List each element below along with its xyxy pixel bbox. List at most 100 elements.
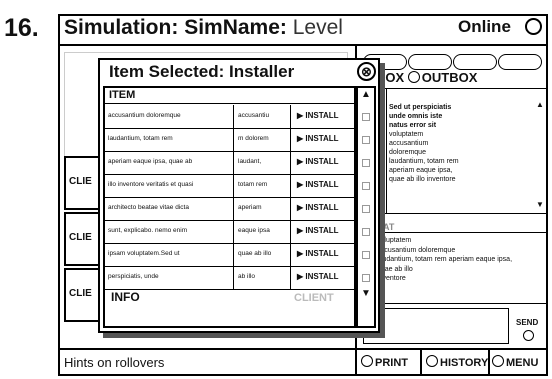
message-scroll-up-icon[interactable]: ▲ [536, 100, 544, 109]
dialog-title: Item Selected: Installer [109, 62, 295, 81]
row-divider [103, 289, 356, 290]
cell-divider [290, 197, 291, 220]
title-simname: SimName: [184, 16, 287, 39]
row-divider [103, 243, 356, 244]
item-detail: totam rem [238, 181, 268, 188]
tab-pill[interactable] [453, 54, 497, 70]
item-detail: eaque ipsa [238, 227, 270, 234]
row-divider [103, 197, 356, 198]
print-button[interactable]: PRINT [361, 355, 408, 369]
scroll-up-icon[interactable]: ▲ [361, 89, 371, 100]
row-divider [103, 151, 356, 152]
row-checkbox[interactable] [362, 251, 370, 259]
send-button[interactable] [523, 330, 534, 341]
send-label[interactable]: SEND [516, 318, 538, 327]
outbox-radio-icon[interactable] [407, 71, 420, 83]
row-divider [103, 174, 356, 175]
install-button[interactable]: ▶ INSTALL [297, 203, 339, 212]
cell-divider [290, 266, 291, 289]
title-level: Level [292, 16, 343, 39]
item-detail: aperiam [238, 204, 262, 211]
info-label: INFO [111, 290, 140, 304]
close-icon[interactable]: ⊗ [357, 62, 376, 81]
item-name: sunt, explicabo. nemo enim [108, 227, 188, 234]
install-arrow-icon: ▶ [297, 157, 304, 166]
install-button[interactable]: ▶ INSTALL [297, 134, 339, 143]
install-button[interactable]: ▶ INSTALL [297, 226, 339, 235]
cell-divider [233, 266, 234, 289]
footer-separator [488, 348, 490, 376]
cell-divider [233, 174, 234, 197]
install-button[interactable]: ▶ INSTALL [297, 111, 339, 120]
message-preview[interactable]: Sed ut perspiciatis unde omnis iste natu… [389, 103, 459, 184]
outbox-tab[interactable]: OUTBOX [422, 70, 478, 85]
cell-divider [233, 151, 234, 174]
cell-divider [233, 243, 234, 266]
cell-divider [233, 105, 234, 128]
item-name: perspiciatis, unde [108, 273, 159, 280]
row-divider [103, 220, 356, 221]
client-ghost-label: CLIENT [294, 292, 334, 304]
row-checkbox[interactable] [362, 113, 370, 121]
install-arrow-icon: ▶ [297, 249, 304, 258]
item-detail: laudant, [238, 158, 262, 165]
wireframe-number: 16. [4, 14, 39, 42]
item-name: laudantium, totam rem [108, 135, 173, 142]
row-checkbox[interactable] [362, 182, 370, 190]
item-detail: quae ab illo [238, 250, 272, 257]
footer-separator [420, 348, 422, 376]
menu-radio-icon [492, 355, 504, 367]
cell-divider [290, 105, 291, 128]
install-arrow-icon: ▶ [297, 226, 304, 235]
tab-pill[interactable] [498, 54, 542, 70]
chat-input[interactable] [363, 308, 509, 344]
row-checkbox[interactable] [362, 228, 370, 236]
hints-text: Hints on rollovers [64, 355, 165, 370]
install-arrow-icon: ▶ [297, 272, 304, 281]
history-button[interactable]: HISTORY [426, 355, 488, 369]
install-button[interactable]: ▶ INSTALL [297, 249, 339, 258]
page-title: Simulation: SimName: Level [64, 16, 343, 40]
table-header-divider [103, 103, 356, 104]
header-divider [58, 44, 548, 46]
row-checkbox[interactable] [362, 205, 370, 213]
item-name: accusantium doloremque [108, 112, 181, 119]
install-arrow-icon: ▶ [297, 111, 304, 120]
item-detail: accusantiu [238, 112, 270, 119]
online-indicator-icon[interactable] [525, 18, 542, 35]
print-radio-icon [361, 355, 373, 367]
tab-pill[interactable] [408, 54, 452, 70]
cell-divider [290, 174, 291, 197]
cell-divider [290, 220, 291, 243]
chat-messages: voluptatem accusantium doloremque laudan… [377, 237, 513, 282]
cell-divider [290, 151, 291, 174]
install-button[interactable]: ▶ INSTALL [297, 157, 339, 166]
install-arrow-icon: ▶ [297, 203, 304, 212]
item-name: illo inventore veritatis et quasi [108, 181, 194, 188]
item-name: aperiam eaque ipsa, quae ab [108, 158, 193, 165]
title-simulation: Simulation: [64, 16, 179, 39]
message-scroll-down-icon[interactable]: ▼ [536, 200, 544, 209]
online-status: Online [458, 17, 511, 36]
item-column-header: ITEM [109, 89, 136, 101]
cell-divider [233, 128, 234, 151]
row-divider [103, 266, 356, 267]
scroll-down-icon[interactable]: ▼ [361, 288, 371, 299]
menu-button[interactable]: MENU [492, 355, 538, 369]
item-name: ipsam voluptatem.Sed ut [108, 250, 180, 257]
mailbox-tabs: INBOX OUTBOX [363, 70, 477, 85]
message-list-divider [386, 88, 387, 214]
install-arrow-icon: ▶ [297, 180, 304, 189]
install-button[interactable]: ▶ INSTALL [297, 272, 339, 281]
row-checkbox[interactable] [362, 159, 370, 167]
item-detail: m dolorem [238, 135, 269, 142]
history-radio-icon [426, 355, 438, 367]
item-detail: ab illo [238, 273, 255, 280]
install-button[interactable]: ▶ INSTALL [297, 180, 339, 189]
cell-divider [290, 128, 291, 151]
row-checkbox[interactable] [362, 136, 370, 144]
cell-divider [233, 220, 234, 243]
install-arrow-icon: ▶ [297, 134, 304, 143]
cell-divider [233, 197, 234, 220]
row-checkbox[interactable] [362, 274, 370, 282]
